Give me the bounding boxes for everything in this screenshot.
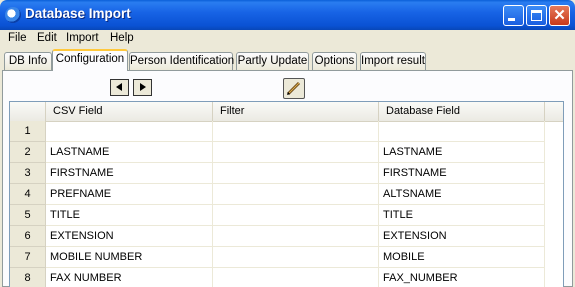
table-row[interactable]: 4 PREFNAME ALTSNAME — [10, 184, 563, 205]
table-row[interactable]: 3 FIRSTNAME FIRSTNAME — [10, 163, 563, 184]
database-field-cell[interactable]: MOBILE — [379, 247, 545, 268]
menu-help[interactable]: Help — [110, 32, 134, 44]
database-field-cell[interactable]: TITLE — [379, 205, 545, 226]
move-left-button[interactable] — [110, 79, 129, 96]
tab-import-result[interactable]: Import result — [360, 52, 426, 70]
header-corner — [10, 102, 46, 121]
filter-cell[interactable] — [213, 184, 379, 205]
field-mapping-grid[interactable]: CSV Field Filter Database Field 1 2 LAST… — [9, 101, 564, 287]
arrow-right-icon — [140, 83, 146, 91]
csv-field-cell[interactable]: LASTNAME — [46, 142, 213, 163]
close-button[interactable]: ✕ — [549, 5, 570, 26]
filter-cell[interactable] — [213, 247, 379, 268]
tab-options[interactable]: Options — [312, 52, 357, 70]
tab-person-identification[interactable]: Person Identification — [129, 52, 234, 70]
table-row[interactable]: 5 TITLE TITLE — [10, 205, 563, 226]
close-icon: ✕ — [553, 7, 566, 24]
csv-field-cell[interactable]: MOBILE NUMBER — [46, 247, 213, 268]
table-row[interactable]: 6 EXTENSION EXTENSION — [10, 226, 563, 247]
maximize-button[interactable] — [526, 5, 547, 26]
menu-bar: File Edit Import Help — [0, 30, 575, 48]
app-icon — [5, 7, 21, 23]
menu-edit[interactable]: Edit — [37, 32, 57, 44]
pencil-icon — [286, 81, 301, 96]
header-csv-field[interactable]: CSV Field — [46, 102, 213, 121]
database-field-cell[interactable]: LASTNAME — [379, 142, 545, 163]
edit-button[interactable] — [283, 78, 305, 99]
filter-cell[interactable] — [213, 142, 379, 163]
table-row[interactable]: 8 FAX NUMBER FAX_NUMBER — [10, 268, 563, 287]
database-field-cell[interactable]: FIRSTNAME — [379, 163, 545, 184]
menu-import[interactable]: Import — [66, 32, 99, 44]
minimize-button[interactable] — [503, 5, 524, 26]
csv-field-cell[interactable]: FIRSTNAME — [46, 163, 213, 184]
filter-cell[interactable] — [213, 121, 379, 142]
row-number: 1 — [10, 121, 46, 142]
header-database-field[interactable]: Database Field — [379, 102, 545, 121]
database-field-cell[interactable] — [379, 121, 545, 142]
filter-cell[interactable] — [213, 268, 379, 287]
database-field-cell[interactable]: ALTSNAME — [379, 184, 545, 205]
row-number: 7 — [10, 247, 46, 268]
csv-field-cell[interactable]: EXTENSION — [46, 226, 213, 247]
maximize-icon — [531, 10, 542, 21]
row-number: 6 — [10, 226, 46, 247]
minimize-icon — [508, 18, 515, 21]
menu-file[interactable]: File — [8, 32, 27, 44]
database-field-cell[interactable]: EXTENSION — [379, 226, 545, 247]
filter-cell[interactable] — [213, 226, 379, 247]
csv-field-cell[interactable] — [46, 121, 213, 142]
csv-field-cell[interactable]: TITLE — [46, 205, 213, 226]
filter-cell[interactable] — [213, 163, 379, 184]
header-filter[interactable]: Filter — [213, 102, 379, 121]
window-title: Database Import — [25, 6, 131, 21]
row-number: 4 — [10, 184, 46, 205]
row-number: 2 — [10, 142, 46, 163]
tab-db-info[interactable]: DB Info — [4, 52, 52, 70]
table-row[interactable]: 2 LASTNAME LASTNAME — [10, 142, 563, 163]
tab-strip: DB Info Configuration Person Identificat… — [0, 49, 575, 71]
row-number: 8 — [10, 268, 46, 287]
move-right-button[interactable] — [133, 79, 152, 96]
filter-cell[interactable] — [213, 205, 379, 226]
arrow-left-icon — [116, 83, 122, 91]
database-field-cell[interactable]: FAX_NUMBER — [379, 268, 545, 287]
table-row[interactable]: 1 — [10, 121, 563, 142]
grid-header: CSV Field Filter Database Field — [10, 102, 563, 122]
csv-field-cell[interactable]: FAX NUMBER — [46, 268, 213, 287]
tab-configuration[interactable]: Configuration — [52, 49, 128, 71]
row-number: 3 — [10, 163, 46, 184]
table-row[interactable]: 7 MOBILE NUMBER MOBILE — [10, 247, 563, 268]
tab-partly-update[interactable]: Partly Update — [236, 52, 309, 70]
csv-field-cell[interactable]: PREFNAME — [46, 184, 213, 205]
title-bar[interactable]: Database Import ✕ — [0, 0, 575, 30]
row-number: 5 — [10, 205, 46, 226]
